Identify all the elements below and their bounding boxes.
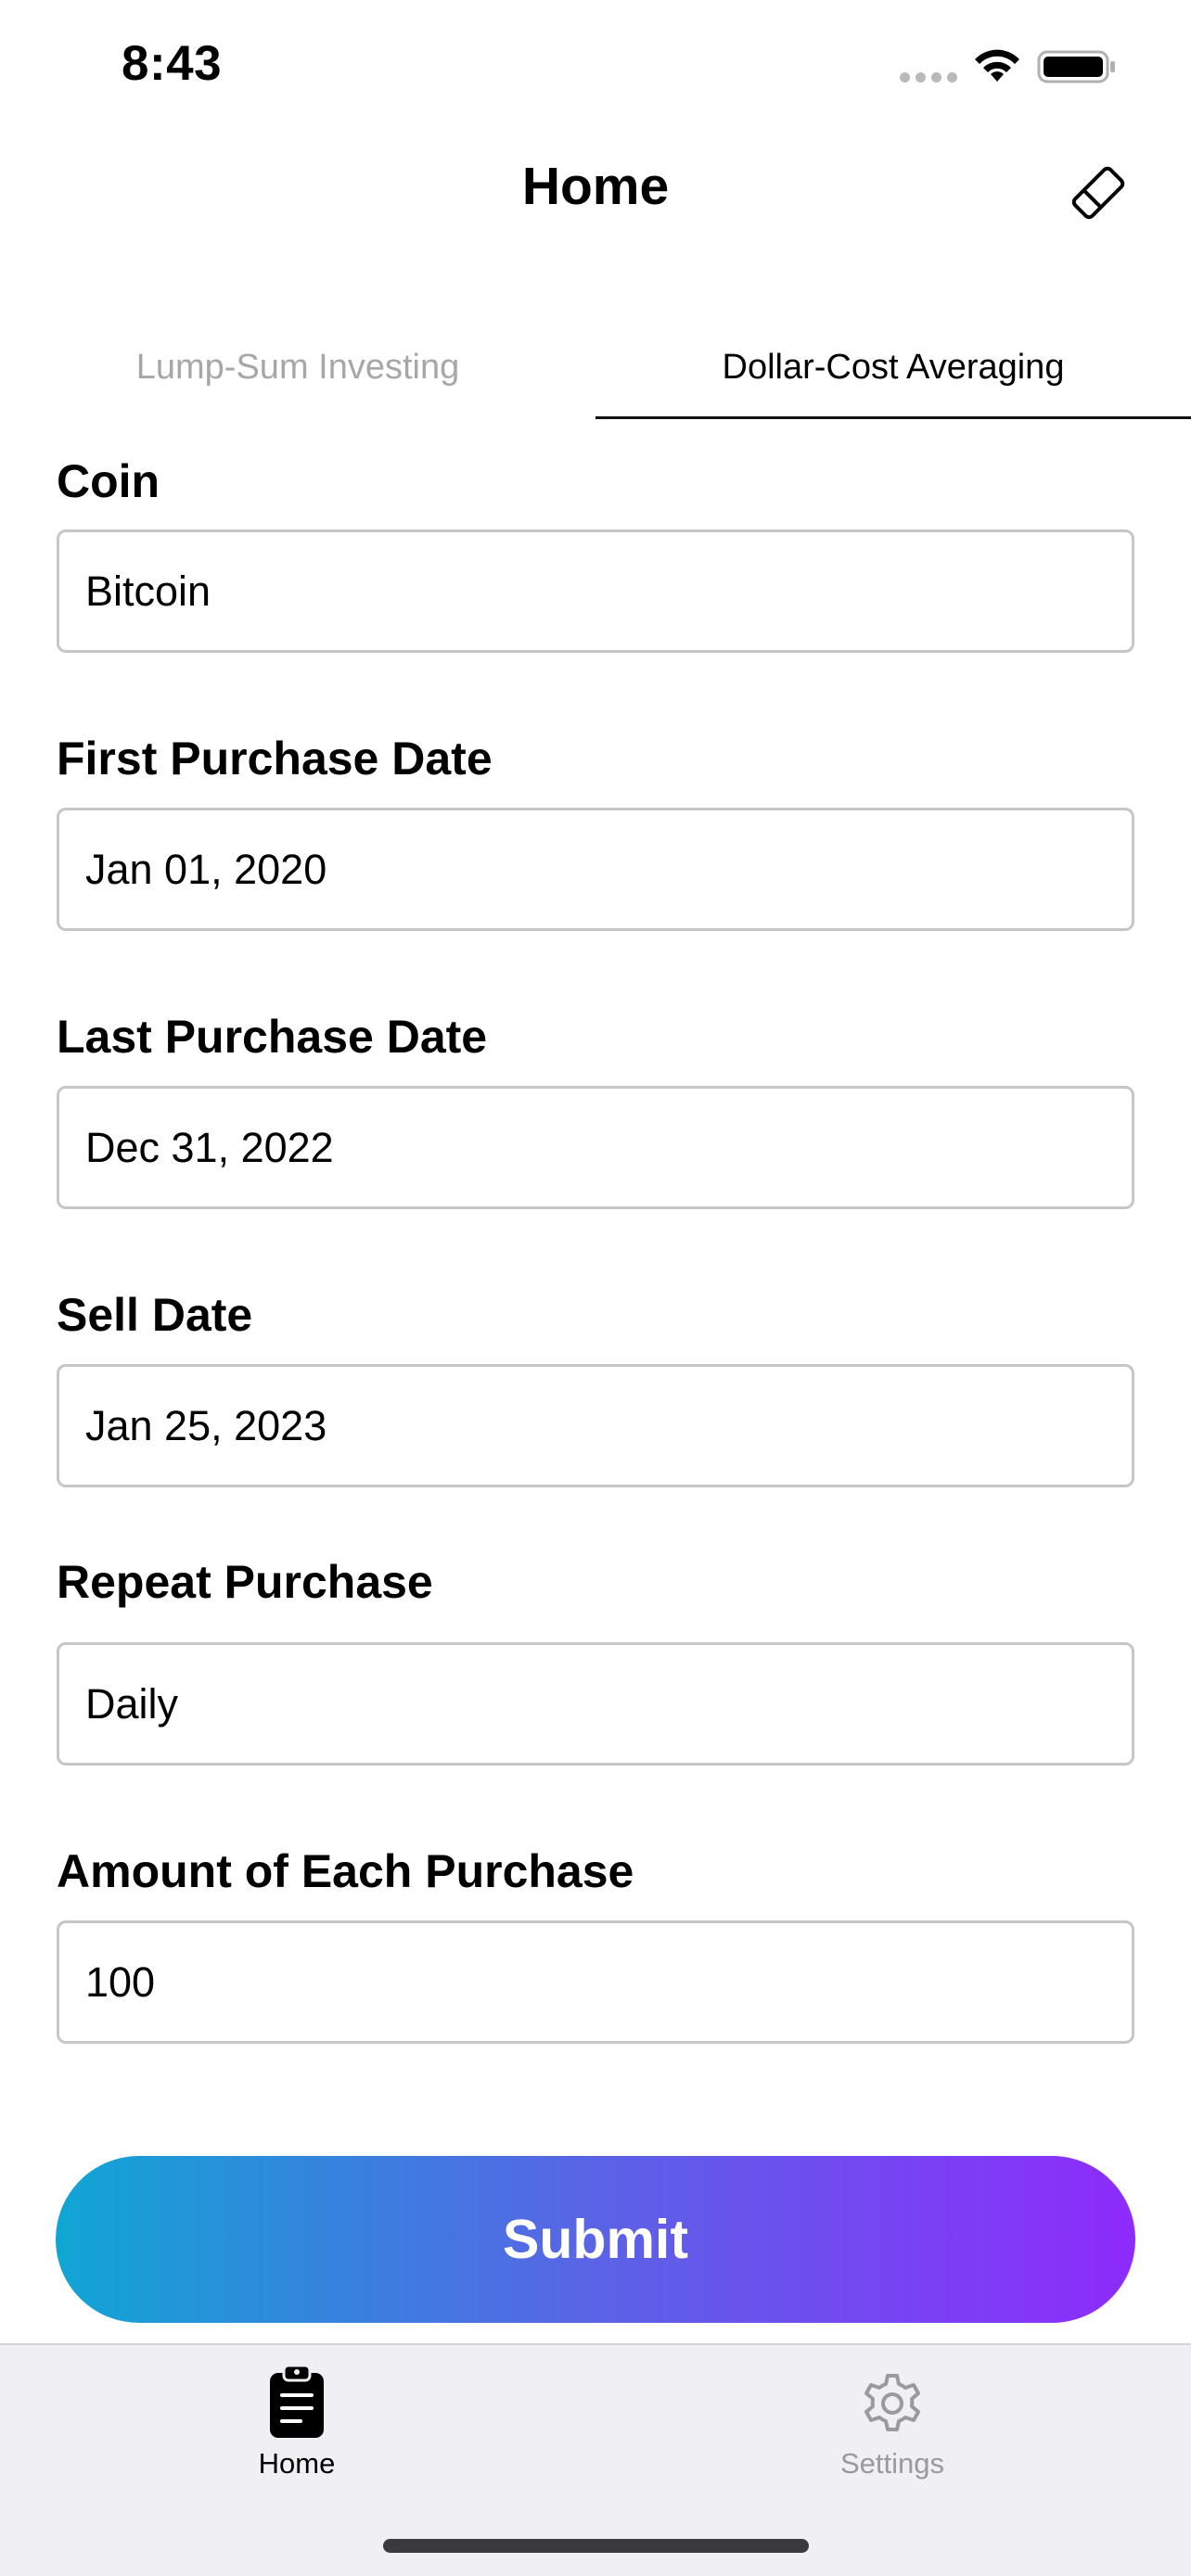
- first-purchase-date-field[interactable]: [57, 808, 1134, 931]
- status-time: 8:43: [122, 36, 223, 91]
- gear-icon: [855, 2362, 929, 2442]
- eraser-icon: [1071, 166, 1125, 220]
- page-title: Home: [521, 157, 670, 216]
- coin-label: Coin: [57, 455, 160, 507]
- repeat-purchase-field[interactable]: [57, 1642, 1134, 1766]
- coin-field[interactable]: [57, 529, 1134, 653]
- amount-each-purchase-field[interactable]: [57, 1920, 1134, 2044]
- clipboard-icon: [260, 2362, 334, 2442]
- sell-date-field[interactable]: [57, 1364, 1134, 1487]
- wifi-icon: [975, 49, 1019, 82]
- tab-dollar-cost-averaging[interactable]: Dollar-Cost Averaging: [596, 315, 1191, 419]
- investment-mode-tabs: Lump-Sum Investing Dollar-Cost Averaging: [0, 315, 1191, 419]
- status-bar: 8:43: [0, 0, 1191, 134]
- tab-lump-sum-investing[interactable]: Lump-Sum Investing: [0, 315, 596, 419]
- last-purchase-date-label: Last Purchase Date: [57, 1011, 488, 1063]
- tab-bar-label-home: Home: [258, 2447, 336, 2480]
- cellular-signal-icon: [900, 72, 957, 83]
- tab-bar-item-home[interactable]: Home: [148, 2345, 445, 2484]
- battery-icon: [1037, 50, 1115, 83]
- repeat-purchase-label: Repeat Purchase: [57, 1556, 433, 1608]
- tab-bar-label-settings: Settings: [839, 2447, 944, 2480]
- last-purchase-date-field[interactable]: [57, 1086, 1134, 1209]
- home-indicator: [383, 2539, 809, 2553]
- first-purchase-date-label: First Purchase Date: [57, 733, 493, 784]
- tab-bar-item-settings[interactable]: Settings: [744, 2345, 1041, 2484]
- sell-date-label: Sell Date: [57, 1289, 253, 1341]
- amount-each-purchase-label: Amount of Each Purchase: [57, 1845, 634, 1897]
- submit-button[interactable]: Submit: [56, 2156, 1135, 2323]
- clear-form-button[interactable]: [1063, 158, 1133, 228]
